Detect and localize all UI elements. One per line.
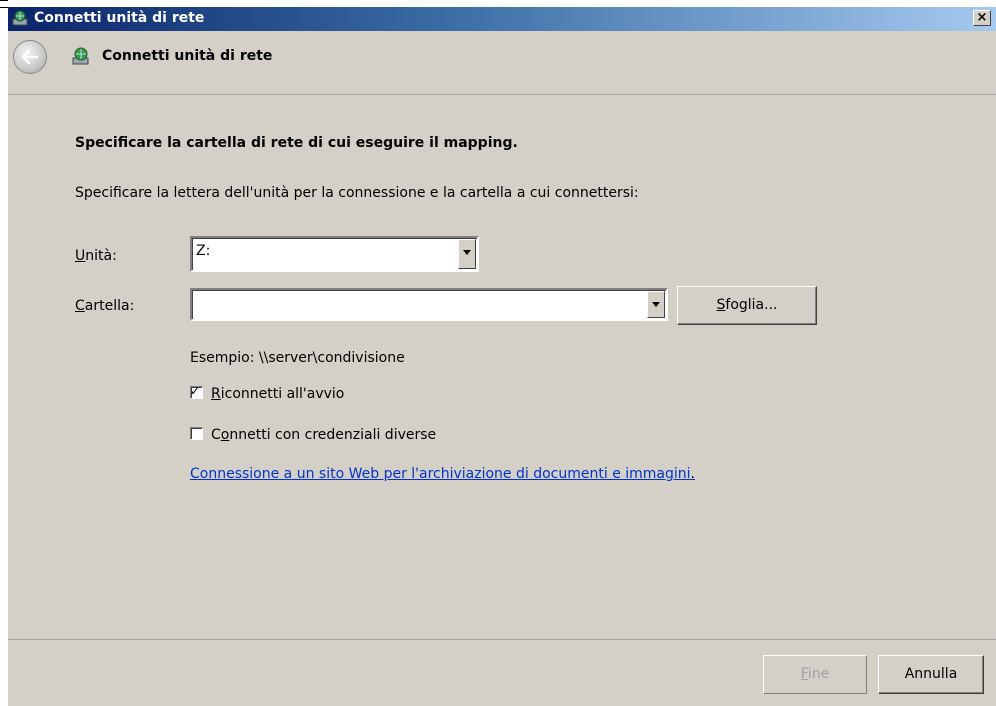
window-title: Connetti unità di rete (34, 10, 205, 26)
example-text: Esempio: \\server\condivisione (190, 350, 405, 366)
web-storage-link[interactable]: Connessione a un sito Web per l'archivia… (190, 466, 691, 482)
finish-button[interactable]: Fine (763, 655, 867, 694)
credentials-label-start: C (211, 427, 221, 443)
window-edge-line (0, 0, 8, 1)
title-bar[interactable]: Connetti unità di rete × (8, 7, 996, 31)
reconnect-option[interactable]: ✓ Riconnetti all'avvio (190, 384, 345, 402)
link-period: . (690, 466, 695, 482)
finish-label: ine (807, 666, 830, 682)
network-drive-icon (72, 47, 89, 65)
folder-combobox[interactable] (190, 288, 668, 321)
chevron-down-icon[interactable] (458, 239, 476, 269)
button-bar: Fine Annulla (8, 639, 996, 706)
credentials-checkbox[interactable] (190, 427, 203, 440)
chevron-down-icon[interactable] (647, 291, 665, 318)
browse-button[interactable]: Sfoglia... (677, 286, 817, 325)
checkmark-icon: ✓ (190, 384, 201, 398)
back-arrow-icon (21, 49, 39, 65)
reconnect-mnemonic: R (211, 386, 221, 402)
web-storage-link-row: Connessione a un sito Web per l'archivia… (190, 466, 695, 482)
close-icon: × (976, 10, 988, 25)
credentials-label: nnetti con credenziali diverse (229, 427, 437, 443)
window-edge-line (0, 7, 8, 8)
folder-label: Cartella: (75, 298, 134, 314)
folder-label-mnemonic: C (75, 298, 85, 314)
connect-network-drive-dialog: Connetti unità di rete × Connetti unità … (8, 7, 996, 706)
drive-select[interactable]: Z: (190, 236, 479, 272)
drive-label: Unità: (75, 248, 117, 264)
close-button[interactable]: × (973, 10, 991, 26)
network-drive-icon (12, 10, 28, 26)
page-heading: Specificare la cartella di rete di cui e… (75, 135, 518, 151)
wizard-content: Specificare la cartella di rete di cui e… (8, 95, 996, 639)
credentials-option[interactable]: Connetti con credenziali diverse (190, 427, 436, 443)
drive-select-value: Z: (196, 243, 211, 259)
back-button[interactable] (13, 40, 47, 74)
reconnect-label: iconnetti all'avvio (220, 386, 345, 402)
drive-label-text: nità: (85, 248, 117, 264)
drive-label-mnemonic: U (75, 248, 86, 264)
wizard-title: Connetti unità di rete (102, 48, 273, 64)
reconnect-checkbox[interactable]: ✓ (190, 384, 203, 399)
finish-mnemonic: F (800, 666, 808, 682)
navigation-bar: Connetti unità di rete (8, 31, 996, 95)
folder-label-text: artella: (84, 298, 135, 314)
browse-label: foglia... (725, 297, 778, 313)
instruction-text: Specificare la lettera dell'unità per la… (75, 185, 639, 201)
cancel-button[interactable]: Annulla (878, 655, 984, 694)
